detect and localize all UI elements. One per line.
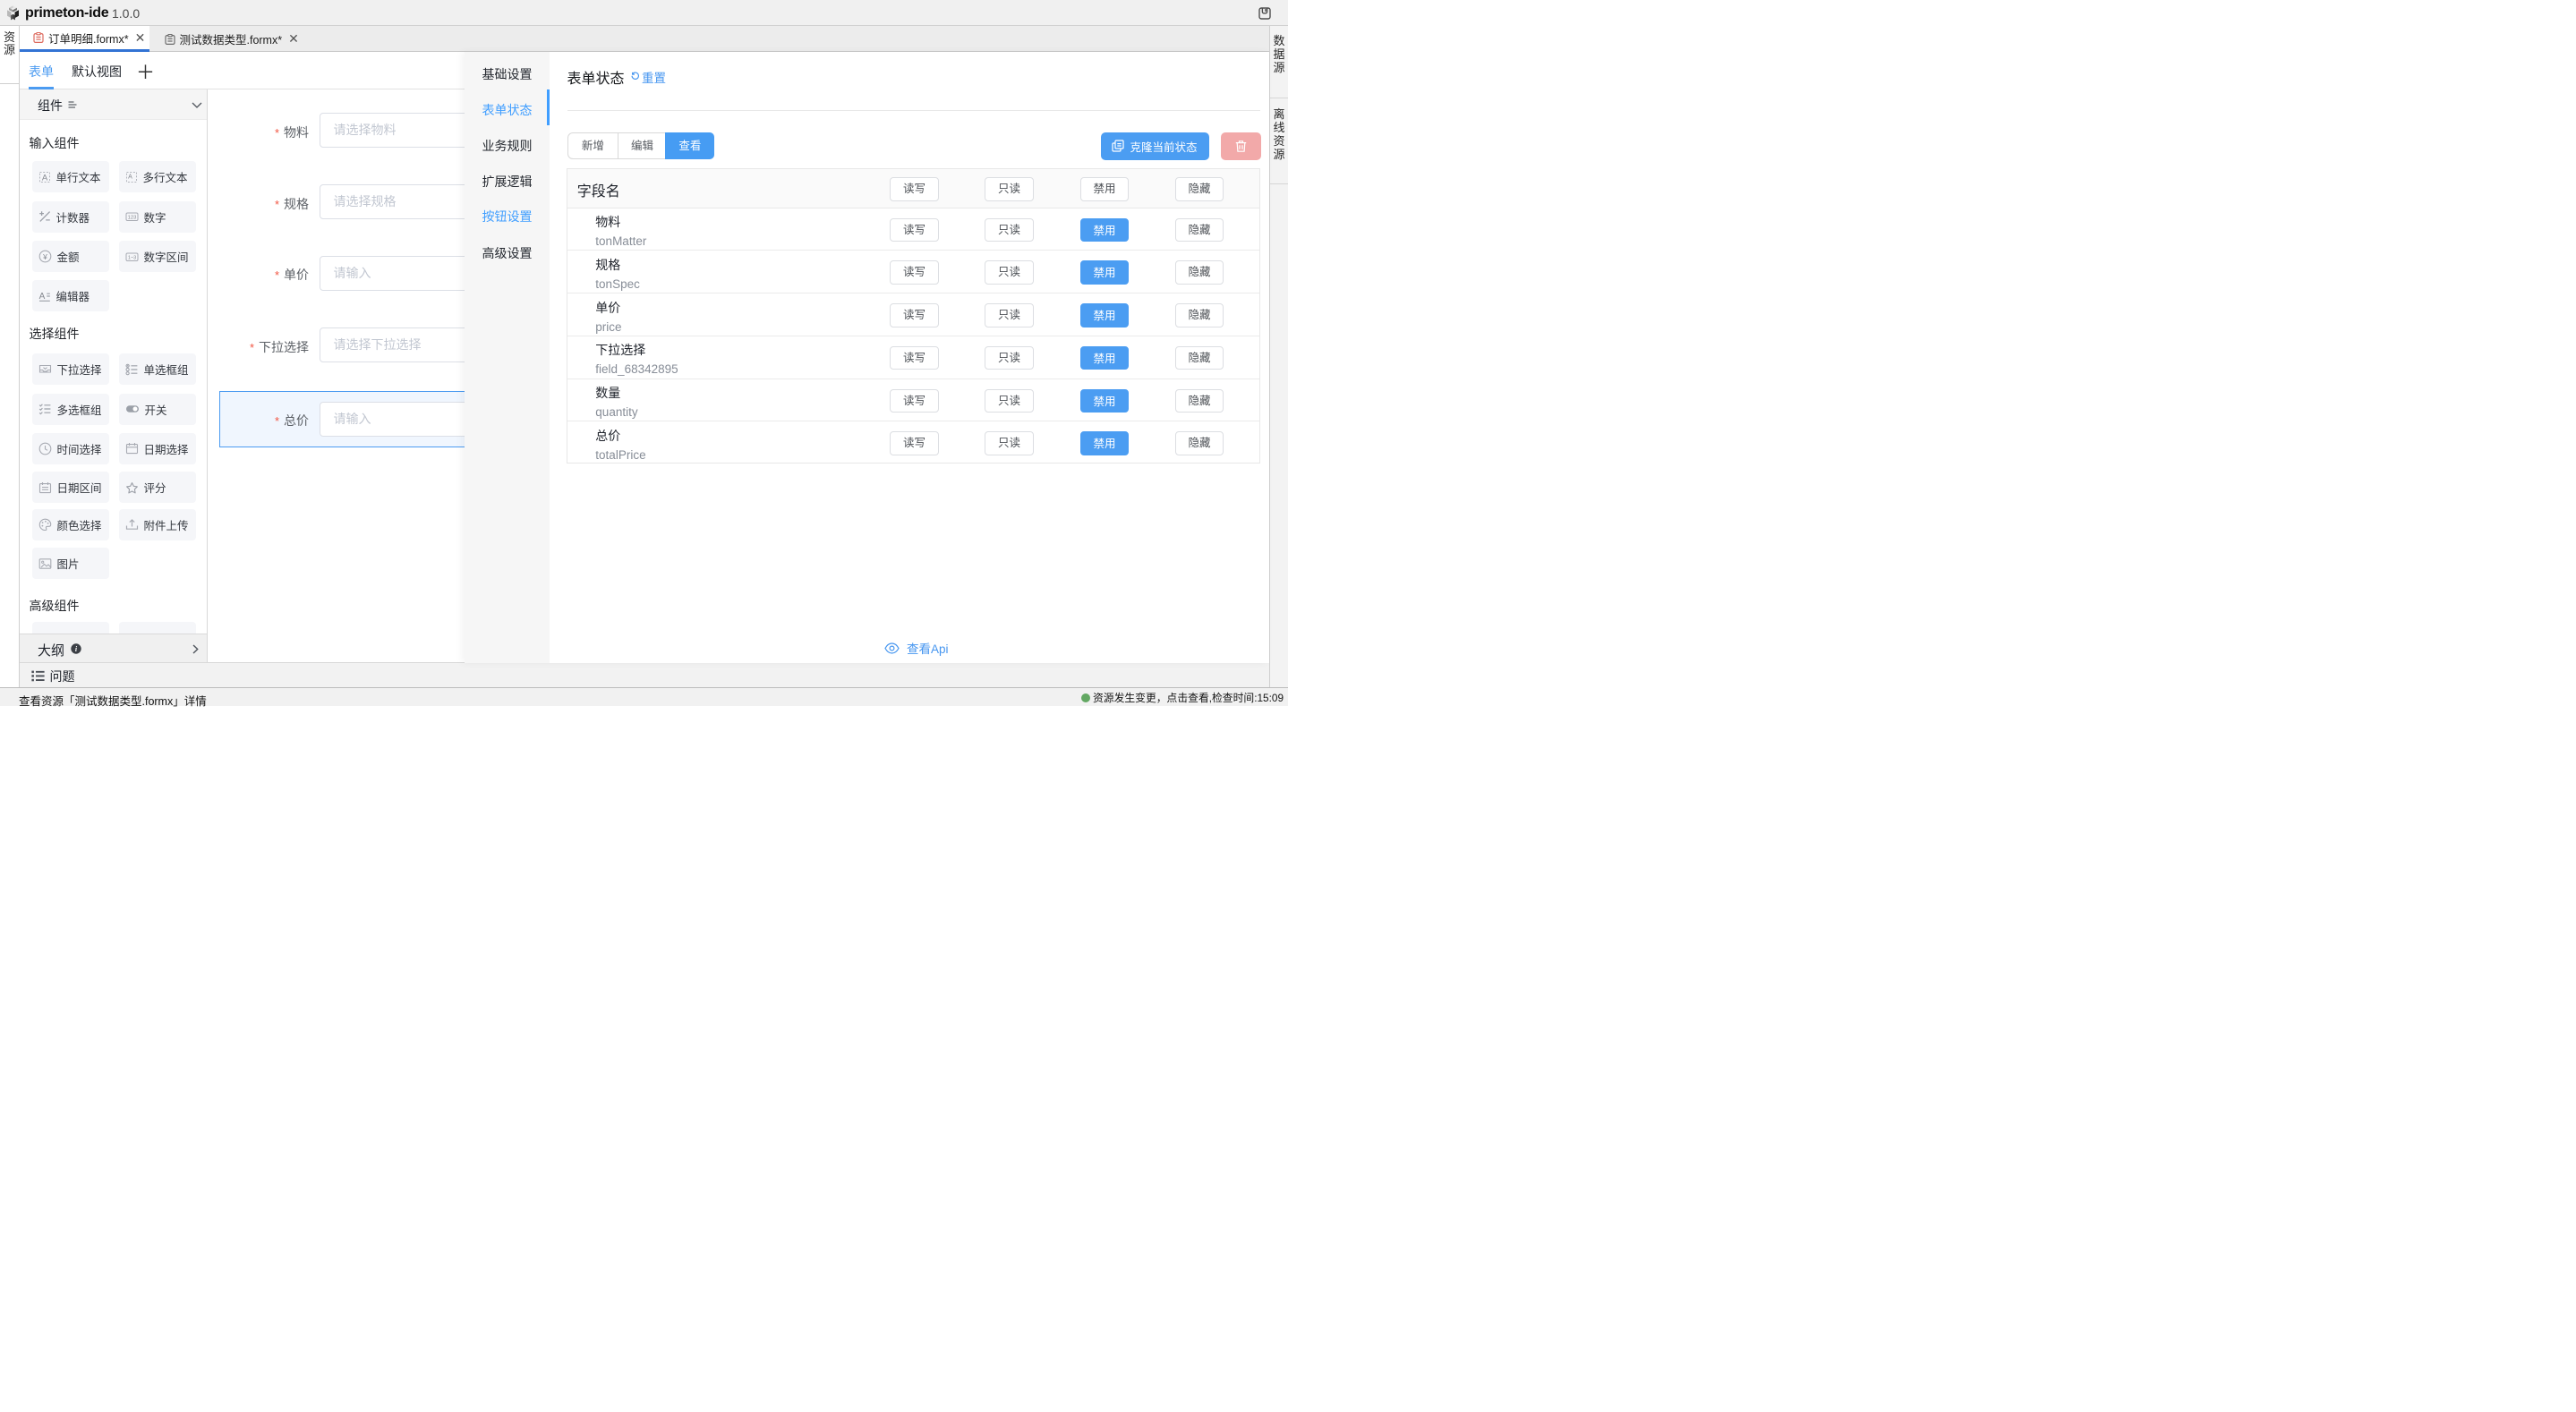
svg-text:¥: ¥ <box>42 252 47 261</box>
svg-text:A: A <box>41 173 47 183</box>
svg-text:A: A <box>128 174 132 180</box>
svg-text:123: 123 <box>127 216 136 221</box>
svg-text:1~3: 1~3 <box>127 255 135 260</box>
svg-text:A: A <box>38 292 45 302</box>
